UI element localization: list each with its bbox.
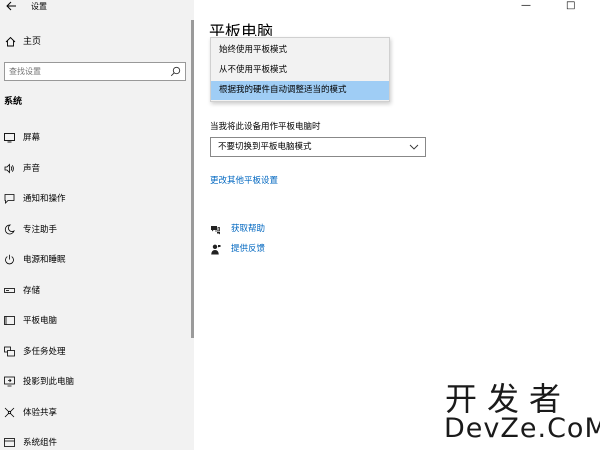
back-arrow-icon[interactable] [6,1,18,12]
sidebar-item-label: 电源和睡眠 [23,255,66,265]
sidebar-item-storage[interactable]: 存储 [0,282,186,300]
sidebar-item-display[interactable]: 屏幕 [0,129,186,147]
sidebar-item-multitasking[interactable]: 多任务处理 [0,343,186,361]
maximize-button[interactable]: □ [566,0,575,12]
dropdown-option-never-tablet[interactable]: 从不使用平板模式 [211,61,389,80]
multitask-icon [4,346,15,357]
sidebar-item-label: 多任务处理 [23,347,66,357]
watermark-domain: DevZe.CoM [444,413,600,444]
get-help-label: 获取帮助 [231,224,266,234]
sidebar-item-label: 通知和操作 [23,194,66,204]
home-label: 主页 [23,37,42,47]
sidebar-item-power-sleep[interactable]: 电源和睡眠 [0,251,186,269]
feedback-person-icon [210,244,221,255]
tablet-mode-select[interactable]: 不要切换到平板电脑模式 [210,137,426,157]
sidebar-item-label: 存储 [23,286,41,296]
chevron-down-icon [409,142,419,152]
sidebar-item-label: 声音 [23,164,41,174]
section-heading-system: 系统 [4,97,23,107]
power-icon [4,254,15,265]
feedback-link[interactable]: 提供反馈 [210,243,330,257]
sidebar-item-label: 投影到此电脑 [23,377,75,387]
page-title: 平板电脑 [209,22,274,36]
home-icon [5,36,16,47]
get-help-link[interactable]: 获取帮助 [210,223,330,237]
sidebar-item-sound[interactable]: 声音 [0,160,186,178]
sidebar-item-shared-experiences[interactable]: 体验共享 [0,404,186,422]
tablet-icon [4,315,15,326]
search-icon[interactable] [170,66,181,77]
search-box[interactable] [4,62,186,81]
dropdown-option-always-tablet[interactable]: 始终使用平板模式 [211,41,389,60]
sidebar-item-label: 体验共享 [23,408,58,418]
mode-dropdown-menu: 始终使用平板模式 从不使用平板模式 根据我的硬件自动调整适当的模式 [210,37,390,102]
tablet-mode-select-value: 不要切换到平板电脑模式 [218,142,312,152]
sidebar-item-home[interactable]: 主页 [0,33,194,51]
sidebar-item-system-components[interactable]: 系统组件 [0,434,186,450]
title-bar: 设置 [0,0,194,14]
more-tablet-settings-link[interactable]: 更改其他平板设置 [210,175,278,187]
share-icon [4,407,15,418]
sidebar-scrollbar-thumb[interactable] [191,20,194,338]
sidebar-item-focus-assist[interactable]: 专注助手 [0,221,186,239]
watermark: 开发者 DevZe.CoM [440,380,600,450]
sidebar-item-notifications[interactable]: 通知和操作 [0,190,186,208]
speaker-icon [4,163,15,174]
minimize-button[interactable]: — [521,0,531,12]
sidebar-item-tablet[interactable]: 平板电脑 [0,312,186,330]
sidebar-item-label: 专注助手 [23,225,58,235]
help-chat-icon [210,224,221,235]
moon-icon [4,224,15,235]
app-title: 设置 [31,2,47,11]
search-input[interactable] [9,65,159,78]
monitor-icon [4,132,15,143]
sidebar-item-project[interactable]: 投影到此电脑 [0,373,186,391]
notification-icon [4,193,15,204]
sidebar-item-label: 屏幕 [23,133,41,143]
storage-icon [4,285,15,296]
components-icon [4,437,15,448]
sidebar-item-label: 系统组件 [23,438,58,448]
sidebar-item-label: 平板电脑 [23,316,58,326]
sidebar: 设置 主页 系统 屏幕 声音 通知和操作 专注助手 电源和睡眠 存储 [0,0,194,450]
dropdown-option-auto-mode[interactable]: 根据我的硬件自动调整适当的模式 [211,81,389,100]
project-icon [4,376,15,387]
feedback-label: 提供反馈 [231,244,266,254]
tablet-use-label: 当我将此设备用作平板电脑时 [210,122,321,132]
